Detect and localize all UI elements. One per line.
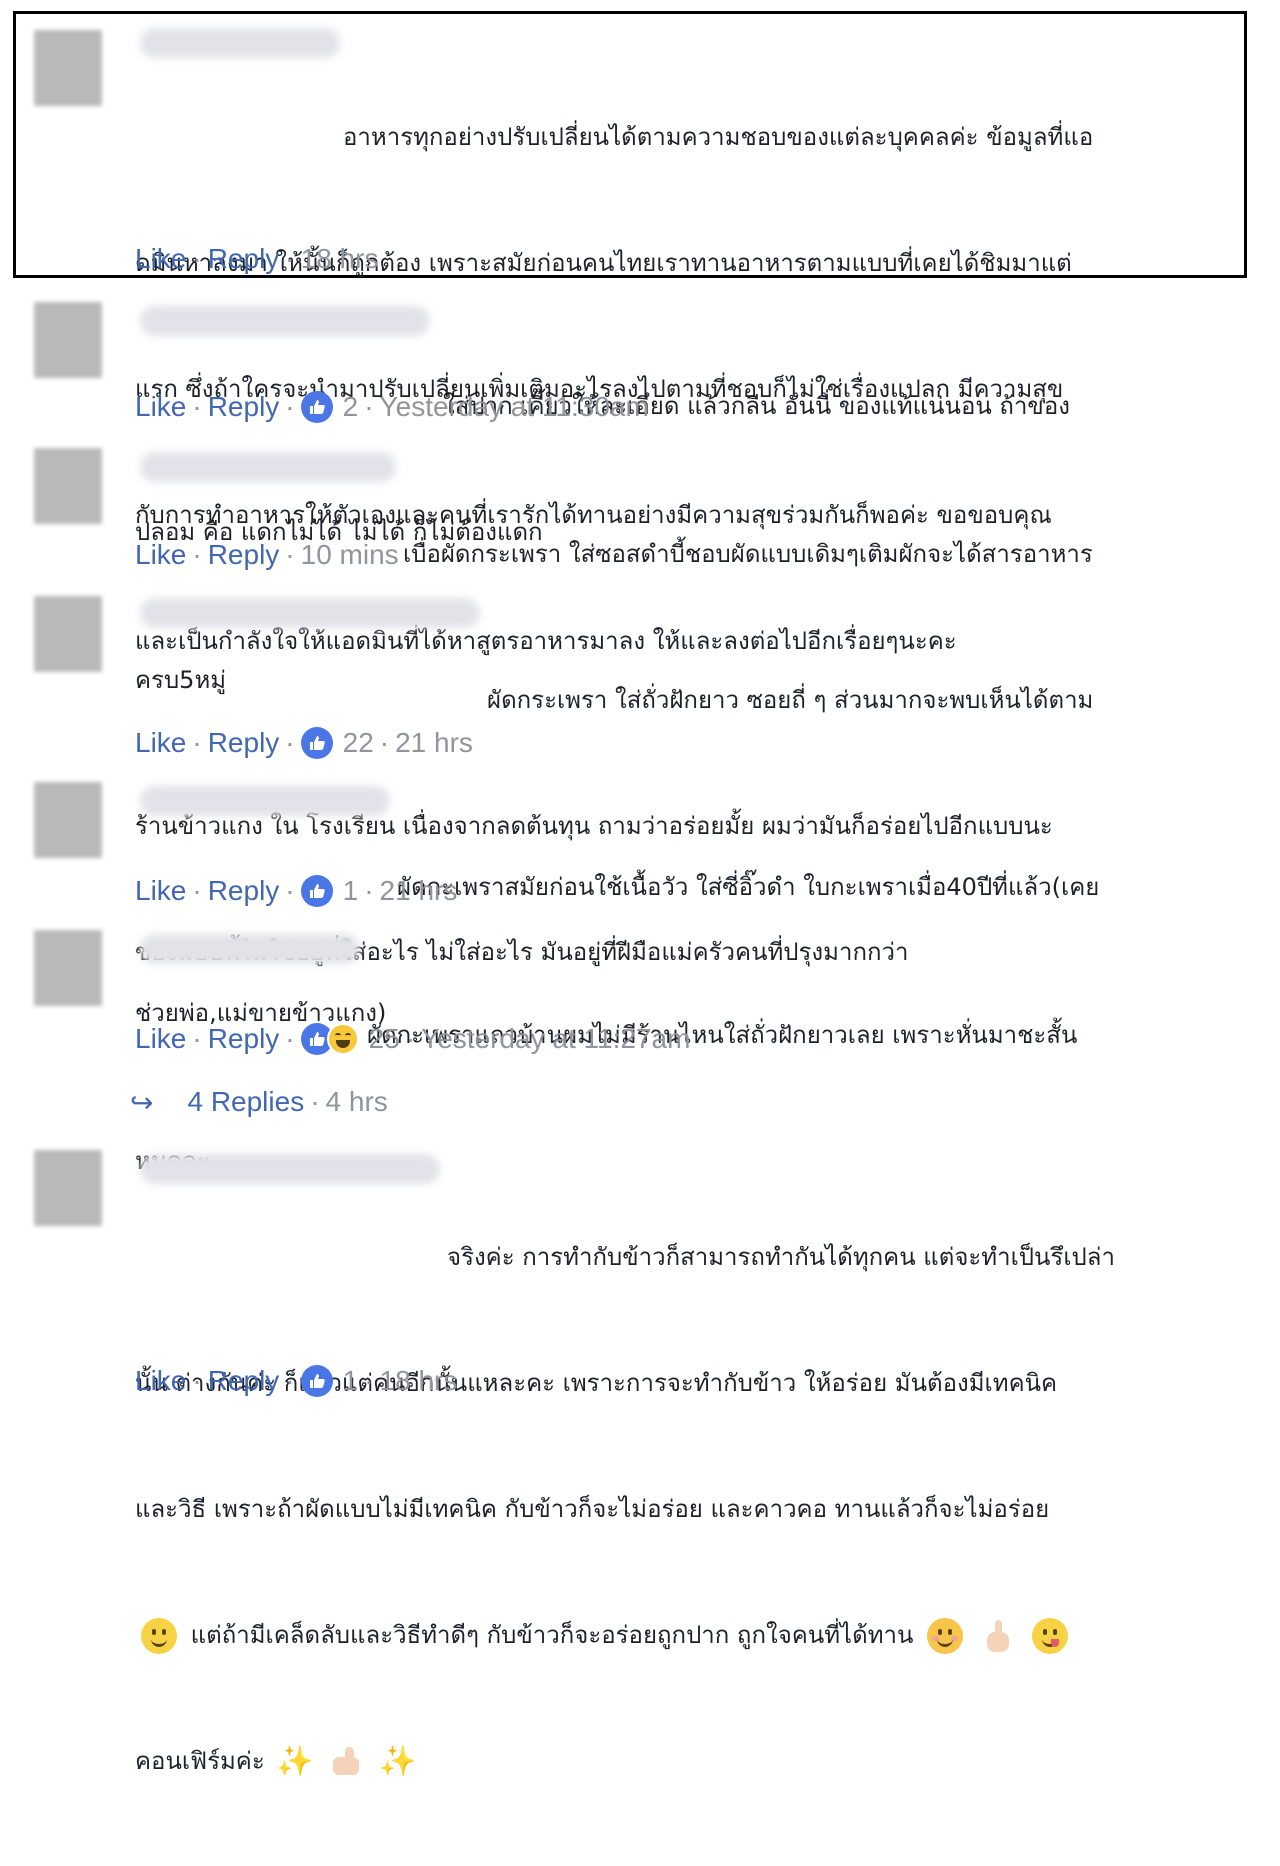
reaction-count[interactable]: 2 [343,390,359,424]
separator: · [192,727,202,758]
separator: · [192,1023,202,1054]
like-link[interactable]: Like [135,538,186,572]
comment-meta: Like · Reply · 10 mins [135,538,399,572]
separator: · [310,1086,320,1117]
like-reaction-icon[interactable] [300,1365,333,1397]
separator: · [192,875,202,906]
blush-emoji-icon [927,1618,964,1654]
reaction-count[interactable]: 25 [369,1022,400,1056]
separator: · [192,539,202,570]
like-link[interactable]: Like [135,726,186,760]
comment-line: และวิธี เพราะถ้าผัดแบบไม่มีเทคนิค กับข้า… [135,1495,1050,1523]
avatar[interactable] [34,302,102,378]
separator: · [285,539,295,570]
like-reaction-icon[interactable] [300,875,333,907]
avatar[interactable] [34,1150,102,1226]
comment-text: จริงค่ะ การทำกับข้าวก็สามารถทำกันได้ทุกค… [135,1152,1235,1866]
reply-arrow-icon: ↪ [130,1086,154,1118]
comment-line-text: แต่ถ้ามีเคล็ดลับและวิธีทำดีๆ กับข้าวก็จะ… [190,1621,914,1649]
like-reaction-icon[interactable] [300,727,333,759]
reply-link[interactable]: Reply [208,1022,280,1056]
separator: · [192,391,202,422]
like-link[interactable]: Like [135,390,186,424]
comment-line-text: คอนเฟิร์มค่ะ [135,1747,265,1775]
separator: · [364,1365,374,1396]
reply-link[interactable]: Reply [208,1364,280,1398]
timestamp[interactable]: 21 hrs [380,874,458,908]
replies-count-link[interactable]: 4 Replies [187,1086,304,1118]
separator: · [285,243,295,274]
timestamp[interactable]: Yesterday at 11:30am [380,390,649,424]
separator: · [285,391,295,422]
timestamp[interactable]: 18 hrs [380,1364,458,1398]
view-replies[interactable]: ↪ 4 Replies · 4 hrs [130,1082,388,1122]
avatar[interactable] [34,596,102,672]
yum-emoji-icon [1032,1618,1069,1654]
comment-meta: Like · Reply · 22 · 21 hrs [135,726,473,760]
like-link[interactable]: Like [135,242,186,276]
comment-line: อาหารทุกอย่างปรับเปลี่ยนได้ตามความชอบของ… [343,123,1094,151]
sparkles-emoji-icon: ✨ [379,1744,417,1779]
reaction-count[interactable]: 22 [343,726,374,760]
comment-meta: Like · Reply · 1 · 18 hrs [135,1364,457,1398]
separator: · [285,875,295,906]
comment-line: ผัดกระเพรา ใส่ถั่วฝักยาว ซอยถี่ ๆ ส่วนมา… [487,686,1094,714]
avatar[interactable] [34,448,102,524]
comment-line: จริงค่ะ การทำกับข้าวก็สามารถทำกันได้ทุกค… [447,1243,1115,1271]
comment-meta: Like · Reply · 1 · 21 hrs [135,874,457,908]
comment-line: คอนเฟิร์มค่ะ ✨ ✨ [135,1740,1235,1782]
reaction-count[interactable]: 1 [343,874,359,908]
reply-link[interactable]: Reply [208,874,280,908]
reaction-count[interactable]: 1 [343,1364,359,1398]
reply-link[interactable]: Reply [208,242,280,276]
separator: · [405,1023,416,1054]
avatar[interactable] [34,30,102,106]
like-reaction-icon[interactable] [300,391,333,423]
timestamp[interactable]: 18 hrs [301,242,379,276]
separator: · [285,1365,295,1396]
comment-line: แต่ถ้ามีเคล็ดลับและวิธีทำดีๆ กับข้าวก็จะ… [135,1614,1235,1656]
separator: · [285,1023,295,1054]
like-link[interactable]: Like [135,1364,186,1398]
avatar[interactable] [34,782,102,858]
separator: · [192,243,202,274]
like-link[interactable]: Like [135,1022,186,1056]
separator: · [285,727,295,758]
replies-timestamp[interactable]: 4 hrs [326,1086,388,1118]
sparkles-emoji-icon: ✨ [276,1744,314,1779]
separator: · [379,727,390,758]
reply-link[interactable]: Reply [208,726,280,760]
timestamp[interactable]: Yesterday at 11:27am [421,1022,690,1056]
smile-emoji-icon [141,1618,177,1654]
separator: · [364,391,374,422]
reply-link[interactable]: Reply [208,538,280,572]
pointing-up-emoji-icon [983,1618,1013,1654]
separator: · [364,875,374,906]
reply-link[interactable]: Reply [208,390,280,424]
timestamp[interactable]: 10 mins [301,538,399,572]
comment-meta: Like · Reply · 18 hrs [135,242,378,276]
timestamp[interactable]: 21 hrs [395,726,473,760]
thumbs-up-emoji-icon [329,1745,363,1779]
avatar[interactable] [34,930,102,1006]
like-link[interactable]: Like [135,874,186,908]
comment-meta: Like · Reply · 25 · Yesterday at 11:27am [135,1022,690,1056]
haha-reaction-icon[interactable] [326,1023,359,1055]
separator: · [192,1365,202,1396]
comment-meta: Like · Reply · 2 · Yesterday at 11:30am [135,390,649,424]
